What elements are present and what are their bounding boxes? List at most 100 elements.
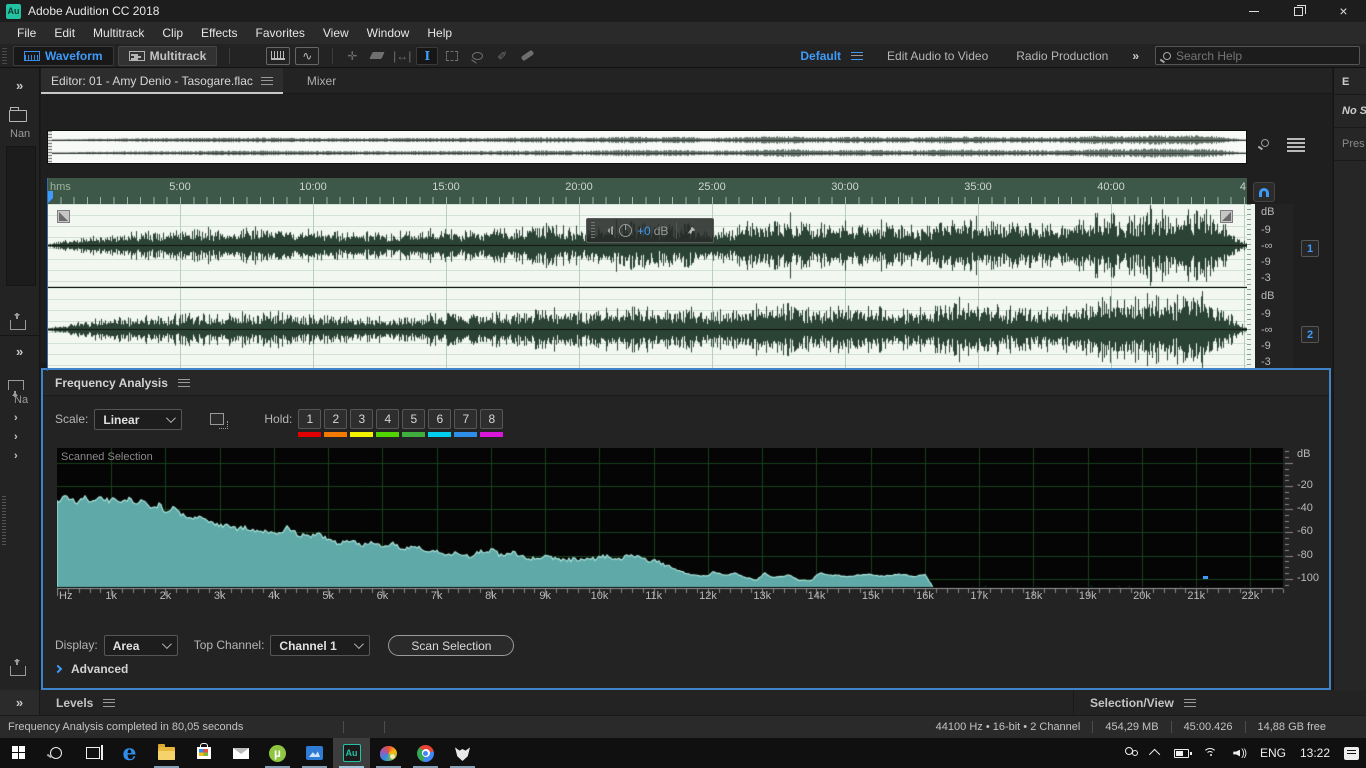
levels-panel-header[interactable]: Levels xyxy=(40,690,1074,715)
spectral-view-button[interactable]: ∿ xyxy=(295,47,319,65)
editor-panel-menu-icon[interactable] xyxy=(261,77,273,85)
editor-tab[interactable]: Editor: 01 - Amy Denio - Tasogare.flac xyxy=(41,68,283,94)
workspace-overflow-chevron[interactable]: » xyxy=(1122,49,1149,63)
waveform-mode-button[interactable]: Waveform xyxy=(13,46,114,66)
frequency-graph[interactable]: Scanned Selection Hz1k2k3k4k5k6k7k8k9k10… xyxy=(57,448,1319,606)
display-select[interactable]: Area xyxy=(104,635,178,656)
edge-taskbar-button[interactable]: e xyxy=(111,738,148,768)
fade-out-handle[interactable] xyxy=(1220,210,1233,223)
menu-item-multitrack[interactable]: Multitrack xyxy=(84,24,153,42)
hud-grip[interactable] xyxy=(591,222,595,239)
paint-taskbar-button[interactable] xyxy=(370,738,407,768)
menu-item-favorites[interactable]: Favorites xyxy=(247,24,314,42)
marquee-selection-tool[interactable] xyxy=(441,47,463,65)
tray-overflow-button[interactable] xyxy=(1145,738,1167,768)
start-button[interactable] xyxy=(0,738,37,768)
hold-button-2[interactable]: 2 xyxy=(324,409,347,437)
utorrent-taskbar-button[interactable]: µ xyxy=(259,738,296,768)
hold-button-8[interactable]: 8 xyxy=(480,409,503,437)
download-tray-icon[interactable] xyxy=(8,380,24,390)
levels-panel-menu-icon[interactable] xyxy=(103,699,115,707)
move-tool[interactable]: ✛ xyxy=(341,47,363,65)
multitrack-mode-button[interactable]: Multitrack xyxy=(118,46,218,66)
photos-taskbar-button[interactable] xyxy=(296,738,333,768)
menu-item-help[interactable]: Help xyxy=(418,24,461,42)
store-taskbar-button[interactable] xyxy=(185,738,222,768)
mixer-tab[interactable]: Mixer xyxy=(297,68,346,94)
channel-1-badge[interactable]: 1 xyxy=(1301,240,1319,257)
hold-button-3[interactable]: 3 xyxy=(350,409,373,437)
lasso-selection-tool[interactable] xyxy=(466,47,488,65)
channel-1-waveform[interactable] xyxy=(47,204,1247,287)
workspace-tab-radio-production[interactable]: Radio Production xyxy=(1002,49,1122,63)
hold-button-1[interactable]: 1 xyxy=(298,409,321,437)
channel-2-waveform[interactable] xyxy=(47,288,1247,371)
antivirus-taskbar-button[interactable] xyxy=(444,738,481,768)
minimize-button[interactable] xyxy=(1231,0,1276,22)
action-center-button[interactable] xyxy=(1337,738,1366,768)
zoom-navigate-icon[interactable] xyxy=(1257,136,1277,156)
tree-expand-chevron-3[interactable]: › xyxy=(14,450,18,462)
tree-expand-chevron-2[interactable]: › xyxy=(14,431,18,443)
wifi-tray-button[interactable] xyxy=(1196,738,1226,768)
hold-button-4[interactable]: 4 xyxy=(376,409,399,437)
restore-button[interactable] xyxy=(1276,0,1321,22)
clock[interactable]: 13:22 xyxy=(1293,738,1337,768)
tree-expand-chevron-1[interactable]: › xyxy=(14,412,18,424)
gain-hud[interactable]: +0 dB xyxy=(586,218,714,243)
menu-item-window[interactable]: Window xyxy=(358,24,419,42)
menu-item-file[interactable]: File xyxy=(8,24,45,42)
file-explorer-taskbar-button[interactable] xyxy=(148,738,185,768)
spot-healing-tool[interactable] xyxy=(516,47,538,65)
files-panel-expand-chevron[interactable]: » xyxy=(16,78,23,93)
advanced-toggle[interactable]: Advanced xyxy=(55,662,128,676)
mail-taskbar-button[interactable] xyxy=(222,738,259,768)
workspace-tab-edit-audio-to-video[interactable]: Edit Audio to Video xyxy=(873,49,1002,63)
time-selection-tool[interactable]: I xyxy=(416,47,438,65)
selection-view-panel-header[interactable]: Selection/View xyxy=(1074,690,1366,715)
snapshot-icon[interactable] xyxy=(210,413,224,425)
slip-tool[interactable]: |↔| xyxy=(391,47,413,65)
export-tray-icon[interactable] xyxy=(10,666,26,676)
panel-resize-grip[interactable] xyxy=(2,496,6,546)
frequency-panel-menu-icon[interactable] xyxy=(178,379,190,387)
top-channel-select[interactable]: Channel 1 xyxy=(270,635,370,656)
close-button[interactable]: × xyxy=(1321,0,1366,22)
waveform-view-button[interactable] xyxy=(266,47,290,65)
battery-tray-button[interactable] xyxy=(1167,738,1196,768)
channel-2-badge[interactable]: 2 xyxy=(1301,326,1319,343)
paintbrush-tool[interactable]: ✐ xyxy=(491,47,513,65)
menu-item-edit[interactable]: Edit xyxy=(45,24,84,42)
fade-in-handle[interactable] xyxy=(57,210,70,223)
timeline-ruler[interactable]: hms 5:0010:0015:0020:0025:0030:0035:0040… xyxy=(47,178,1247,204)
people-tray-button[interactable] xyxy=(1117,738,1145,768)
import-tray-icon[interactable] xyxy=(10,320,26,330)
search-help-input[interactable] xyxy=(1176,49,1336,63)
right-panel-tab[interactable]: E xyxy=(1334,68,1366,95)
snap-magnet-icon[interactable] xyxy=(1253,182,1275,202)
overview-trim-handle[interactable] xyxy=(48,131,52,163)
scan-selection-button[interactable]: Scan Selection xyxy=(388,635,514,656)
volume-tray-button[interactable]: )) xyxy=(1226,738,1253,768)
bottom-expand-strip[interactable]: » xyxy=(0,690,40,715)
task-view-button[interactable] xyxy=(74,738,111,768)
language-indicator[interactable]: ENG xyxy=(1253,738,1293,768)
razor-tool[interactable] xyxy=(366,47,388,65)
hud-pin-icon[interactable] xyxy=(687,227,695,235)
scale-select[interactable]: Linear xyxy=(94,409,182,430)
hold-button-5[interactable]: 5 xyxy=(402,409,425,437)
search-help-box[interactable] xyxy=(1155,46,1360,65)
selection-view-menu-icon[interactable] xyxy=(1184,699,1196,707)
waveform-overview-strip[interactable] xyxy=(47,130,1247,164)
gain-knob-icon[interactable] xyxy=(619,224,632,237)
menu-item-effects[interactable]: Effects xyxy=(192,24,246,42)
list-menu-icon[interactable] xyxy=(1287,138,1305,152)
workspace-tab-default[interactable]: Default xyxy=(786,49,855,63)
hold-button-6[interactable]: 6 xyxy=(428,409,451,437)
taskbar-search-button[interactable] xyxy=(37,738,74,768)
menu-item-view[interactable]: View xyxy=(314,24,358,42)
lower-panel-expand-chevron[interactable]: » xyxy=(16,344,23,359)
audition-taskbar-button[interactable]: Au xyxy=(333,738,370,768)
hold-button-7[interactable]: 7 xyxy=(454,409,477,437)
chrome-taskbar-button[interactable] xyxy=(407,738,444,768)
